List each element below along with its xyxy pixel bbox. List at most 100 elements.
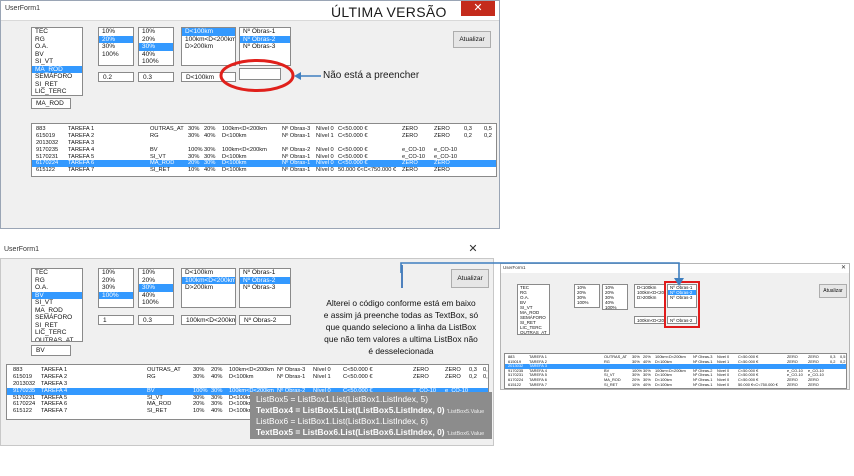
- table-cell: TAREFA 7: [529, 381, 547, 387]
- list-item[interactable]: 20%: [139, 277, 173, 285]
- list-item[interactable]: 30%: [99, 284, 133, 292]
- table-row[interactable]: 615019 TAREFA 2 RG 30% 40% D<100km Nº Obras-1 N…: [7, 374, 488, 381]
- list-item[interactable]: 30%: [139, 284, 173, 292]
- list-item[interactable]: 20%: [99, 35, 133, 43]
- category-listbox[interactable]: TEC RG O.A. BV SI_VT MA_ROD SEMÁFORO SI_RET LIC_…: [31, 268, 83, 342]
- list-item[interactable]: Nº Obras-1: [240, 28, 290, 36]
- list-item[interactable]: D>200km: [182, 284, 235, 292]
- table-row[interactable]: 9170235 TAREFA 4 BV 100% 30% 100km<D<200km Nº …: [32, 147, 496, 154]
- percent-textbox-2[interactable]: 0.3: [138, 315, 174, 325]
- table-cell: Nível 1: [316, 132, 334, 139]
- list-item[interactable]: 40%: [139, 292, 173, 300]
- list-item[interactable]: SI_RET: [32, 81, 82, 89]
- list-item[interactable]: 100%: [575, 300, 599, 305]
- tasks-listbox[interactable]: 883 TAREFA 1 OUTRAS_AT 30% 20% 100km<D<200km N…: [504, 353, 847, 389]
- percent-listbox-1[interactable]: 10% 20% 30% 100%: [98, 27, 134, 66]
- list-item[interactable]: 100%: [139, 58, 173, 65]
- percent-listbox-2[interactable]: 10% 20% 30% 40% 100%: [138, 27, 174, 66]
- list-item[interactable]: SEMÁFORO: [32, 73, 82, 81]
- table-row[interactable]: 2013032 TAREFA 3: [32, 140, 496, 147]
- table-row[interactable]: 2013032 TAREFA 3: [7, 381, 488, 388]
- list-item[interactable]: TEC: [32, 269, 82, 277]
- distance-listbox[interactable]: D<100km100km<D<200kmD>200km: [181, 268, 236, 308]
- list-item[interactable]: 100km<D<200km: [182, 36, 235, 44]
- connector-arrow: [400, 262, 684, 286]
- list-item[interactable]: 20%: [139, 36, 173, 44]
- category-textbox[interactable]: MA_ROD: [31, 98, 71, 109]
- list-item[interactable]: 10%: [139, 28, 173, 36]
- close-button[interactable]: ✕: [461, 1, 495, 16]
- explanation-text: Alterei o código conforme está em baixo …: [309, 297, 493, 357]
- close-button[interactable]: ✕: [841, 264, 846, 271]
- table-row[interactable]: 615019 TAREFA 2 RG 30% 40% D<100km Nº Obras-1 N…: [32, 133, 496, 140]
- percent-textbox-2[interactable]: 0.3: [138, 72, 174, 82]
- list-item[interactable]: Nº Obras-1: [240, 269, 290, 277]
- percent-textbox-1[interactable]: 1: [98, 315, 134, 325]
- tasks-listbox[interactable]: 883 TAREFA 1 OUTRAS_AT 30% 20% 100km<D<200km N…: [31, 123, 497, 177]
- table-cell: TAREFA 1: [41, 367, 68, 373]
- percent-textbox-1[interactable]: 0.2: [98, 72, 134, 82]
- table-row[interactable]: 883 TAREFA 1 OUTRAS_AT 30% 20% 100km<D<200km N…: [32, 126, 496, 133]
- list-item[interactable]: D>200km: [635, 295, 665, 300]
- category-listbox[interactable]: TEC RG O.A. BV SI_VT MA_ROD SEMÁFORO SI_RET LIC_…: [31, 27, 83, 96]
- list-item[interactable]: Nº Obras-2: [240, 276, 290, 284]
- list-item[interactable]: SI_VT: [32, 299, 82, 307]
- list-item[interactable]: O.A.: [32, 43, 82, 51]
- list-item[interactable]: 100%: [603, 305, 627, 309]
- list-item[interactable]: TEC: [32, 28, 82, 36]
- list-item[interactable]: RG: [32, 36, 82, 44]
- distance-textbox[interactable]: 100km<D<200km: [634, 316, 666, 324]
- list-item[interactable]: SI_RET: [32, 322, 82, 330]
- list-item[interactable]: D<100km: [182, 28, 235, 36]
- list-item[interactable]: LIC_TERC: [32, 329, 82, 337]
- list-item[interactable]: MA_ROD: [32, 65, 82, 73]
- close-button[interactable]: ✕: [456, 242, 490, 257]
- table-row[interactable]: 883 TAREFA 1 OUTRAS_AT 30% 20% 100km<D<200km N…: [7, 367, 488, 374]
- list-item[interactable]: LIC_TERC: [32, 88, 82, 95]
- list-item[interactable]: BV: [32, 291, 82, 299]
- list-item[interactable]: RG: [32, 277, 82, 285]
- list-item[interactable]: O.A.: [32, 284, 82, 292]
- list-item[interactable]: 20%: [99, 277, 133, 285]
- category-listbox[interactable]: TEC RG O.A. BV SI_VT MA_ROD SEMÁFORO SI_RET LIC_…: [517, 284, 550, 335]
- table-cell: ZERO: [787, 381, 798, 387]
- list-item[interactable]: OUTRAS_AT: [32, 96, 82, 97]
- distance-textbox[interactable]: 100km<D<200km: [181, 315, 236, 325]
- list-item[interactable]: 30%: [99, 43, 133, 51]
- table-cell: ZERO: [434, 132, 450, 139]
- list-item[interactable]: D<100km: [182, 269, 235, 277]
- list-item[interactable]: MA_ROD: [32, 307, 82, 315]
- list-item[interactable]: 40%: [139, 51, 173, 59]
- list-item[interactable]: 10%: [99, 28, 133, 36]
- atualizar-button[interactable]: Atualizar: [453, 31, 491, 48]
- table-row[interactable]: 5170231TAREFA 5SI_VT30%30%D<100kmNº Obra…: [32, 154, 496, 161]
- list-item[interactable]: OUTRAS_AT: [518, 330, 549, 334]
- list-item[interactable]: SEMÁFORO: [32, 314, 82, 322]
- list-item[interactable]: Nº Obras-3: [240, 284, 290, 292]
- list-item[interactable]: Nº Obras-2: [240, 35, 290, 43]
- percent-listbox-2[interactable]: 10% 20% 30% 40% 100%: [138, 268, 174, 308]
- list-item[interactable]: OUTRAS_AT: [32, 337, 82, 342]
- table-row[interactable]: 615122TAREFA 7SI_RET10%40%D<100kmNº Obra…: [505, 381, 846, 388]
- list-item[interactable]: 10%: [99, 269, 133, 277]
- table-row[interactable]: 615122TAREFA 7SI_RET10%40%D<100kmNº Obra…: [32, 167, 496, 174]
- table-cell: RG: [150, 132, 159, 139]
- list-item[interactable]: 100%: [99, 51, 133, 59]
- explanation-line: é desselecionada: [368, 346, 434, 356]
- list-item[interactable]: BV: [32, 51, 82, 59]
- atualizar-button[interactable]: Atualizar: [819, 284, 847, 298]
- list-item[interactable]: SI_VT: [32, 58, 82, 66]
- table-cell: Nível 0: [717, 381, 730, 387]
- obras-textbox[interactable]: Nº Obras-2: [239, 315, 291, 325]
- table-row[interactable]: 6170224TAREFA 6MA_ROD20%30%D<100kmNº Obr…: [32, 160, 496, 168]
- list-item[interactable]: 100km<D<200km: [182, 276, 235, 284]
- list-item[interactable]: 10%: [139, 269, 173, 277]
- list-item[interactable]: Nº Obras-3: [240, 43, 290, 51]
- obras-listbox[interactable]: Nº Obras-1 Nº Obras-2 Nº Obras-3: [239, 268, 291, 308]
- list-item[interactable]: 100%: [139, 299, 173, 307]
- percent-listbox-1[interactable]: 10% 20% 30% 100%: [98, 268, 134, 308]
- list-item[interactable]: 100%: [99, 291, 133, 299]
- category-textbox[interactable]: BV: [31, 345, 71, 356]
- list-item[interactable]: D>200km: [182, 43, 235, 51]
- list-item[interactable]: 30%: [139, 43, 173, 51]
